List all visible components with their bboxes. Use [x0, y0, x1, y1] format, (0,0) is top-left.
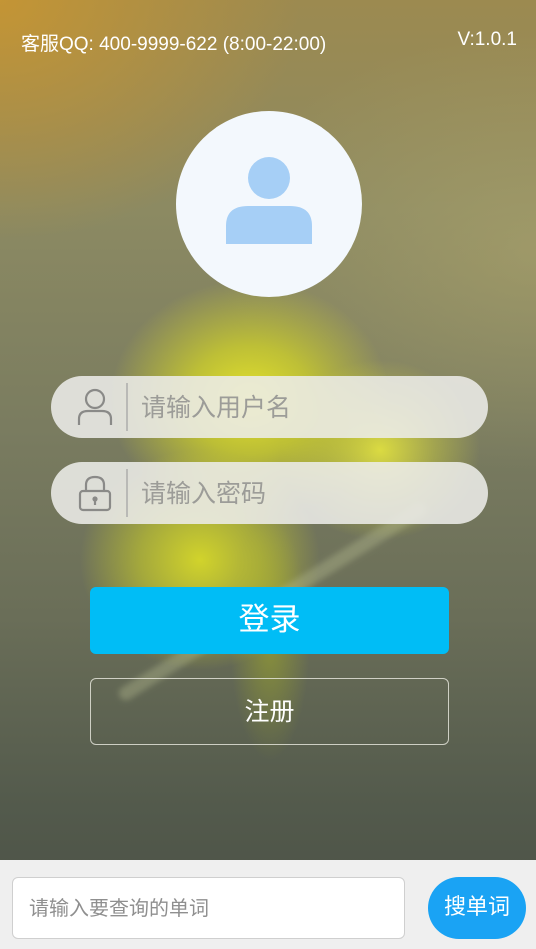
- word-search-input[interactable]: [29, 878, 389, 938]
- padlock-icon: [78, 475, 112, 512]
- field-divider: [126, 469, 128, 517]
- register-button[interactable]: 注册: [90, 678, 449, 745]
- word-search-bar: 搜单词: [0, 860, 536, 949]
- user-outline-icon: [77, 388, 113, 425]
- password-input[interactable]: [141, 462, 471, 524]
- avatar: [176, 111, 362, 297]
- field-divider: [126, 383, 128, 431]
- username-input[interactable]: [141, 376, 471, 438]
- login-button[interactable]: 登录: [90, 587, 449, 654]
- username-field[interactable]: [51, 376, 488, 438]
- password-field[interactable]: [51, 462, 488, 524]
- customer-service-contact: 客服QQ: 400-9999-622 (8:00-22:00): [21, 34, 327, 55]
- search-word-button[interactable]: 搜单词: [428, 877, 526, 939]
- app-version: V:1.0.1: [457, 29, 517, 50]
- top-info-bar: 客服QQ: 400-9999-622 (8:00-22:00) V:1.0.1: [0, 26, 536, 58]
- word-search-box[interactable]: [12, 877, 405, 939]
- user-avatar-icon: [226, 157, 312, 244]
